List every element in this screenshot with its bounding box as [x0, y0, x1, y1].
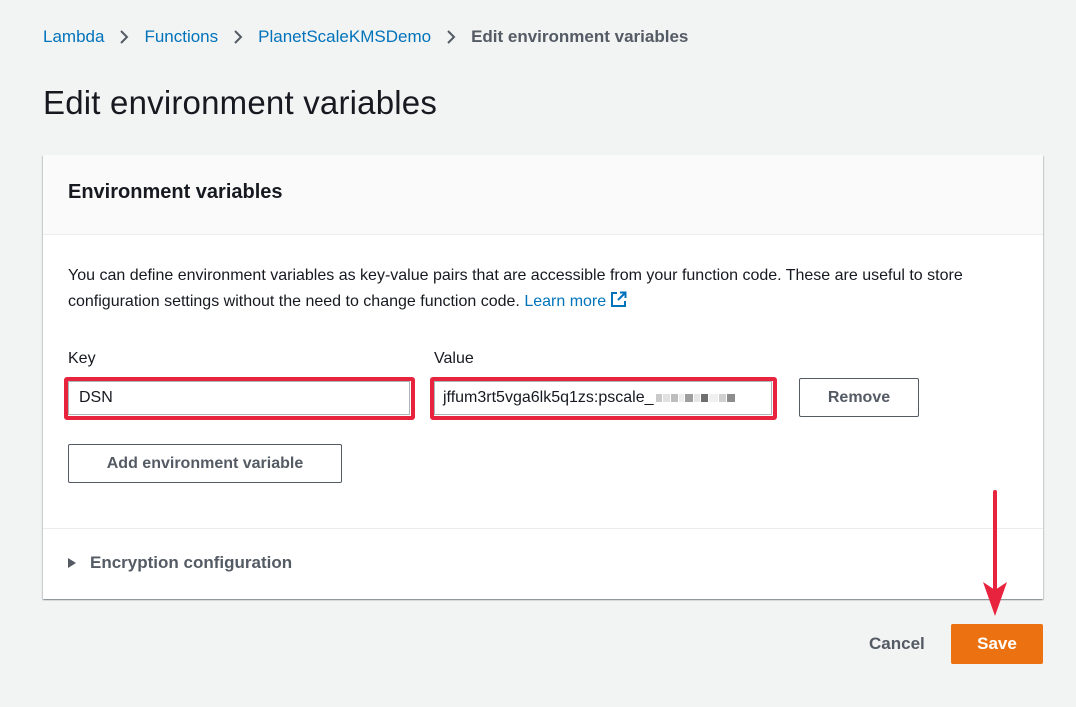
cancel-button[interactable]: Cancel — [869, 634, 925, 654]
breadcrumb: Lambda Functions PlanetScaleKMSDemo Edit… — [43, 26, 688, 48]
key-highlight-box — [64, 377, 415, 420]
caret-right-icon — [68, 558, 76, 568]
learn-more-label: Learn more — [524, 293, 607, 310]
breadcrumb-functions[interactable]: Functions — [144, 27, 218, 47]
add-environment-variable-button[interactable]: Add environment variable — [68, 444, 342, 483]
panel-body: You can define environment variables as … — [43, 235, 1043, 317]
learn-more-link[interactable]: Learn more — [524, 291, 627, 310]
arrow-down-icon — [983, 490, 1007, 616]
value-highlight-box — [430, 377, 777, 420]
remove-button[interactable]: Remove — [799, 378, 919, 417]
page-title: Edit environment variables — [43, 84, 438, 121]
breadcrumb-lambda[interactable]: Lambda — [43, 27, 104, 47]
encryption-label: Encryption configuration — [90, 553, 293, 572]
chevron-right-icon — [445, 29, 457, 45]
breadcrumb-current: Edit environment variables — [471, 27, 689, 46]
panel-title: Environment variables — [68, 181, 283, 203]
key-label: Key — [68, 350, 96, 367]
add-button-label: Add environment variable — [106, 454, 304, 472]
remove-button-label: Remove — [827, 388, 891, 406]
save-button[interactable]: Save — [951, 624, 1043, 664]
value-label: Value — [434, 350, 474, 367]
chevron-right-icon — [232, 29, 244, 45]
description-text: You can define environment variables as … — [68, 267, 963, 310]
encryption-configuration-toggle[interactable]: Encryption configuration — [68, 553, 292, 573]
divider — [43, 528, 1043, 529]
breadcrumb-function-name[interactable]: PlanetScaleKMSDemo — [258, 27, 431, 47]
save-button-label: Save — [977, 634, 1017, 653]
panel-header: Environment variables — [43, 155, 1043, 235]
chevron-right-icon — [118, 29, 130, 45]
external-link-icon — [610, 291, 627, 317]
environment-variables-panel: Environment variables You can define env… — [43, 155, 1043, 599]
panel-description: You can define environment variables as … — [68, 263, 1028, 317]
